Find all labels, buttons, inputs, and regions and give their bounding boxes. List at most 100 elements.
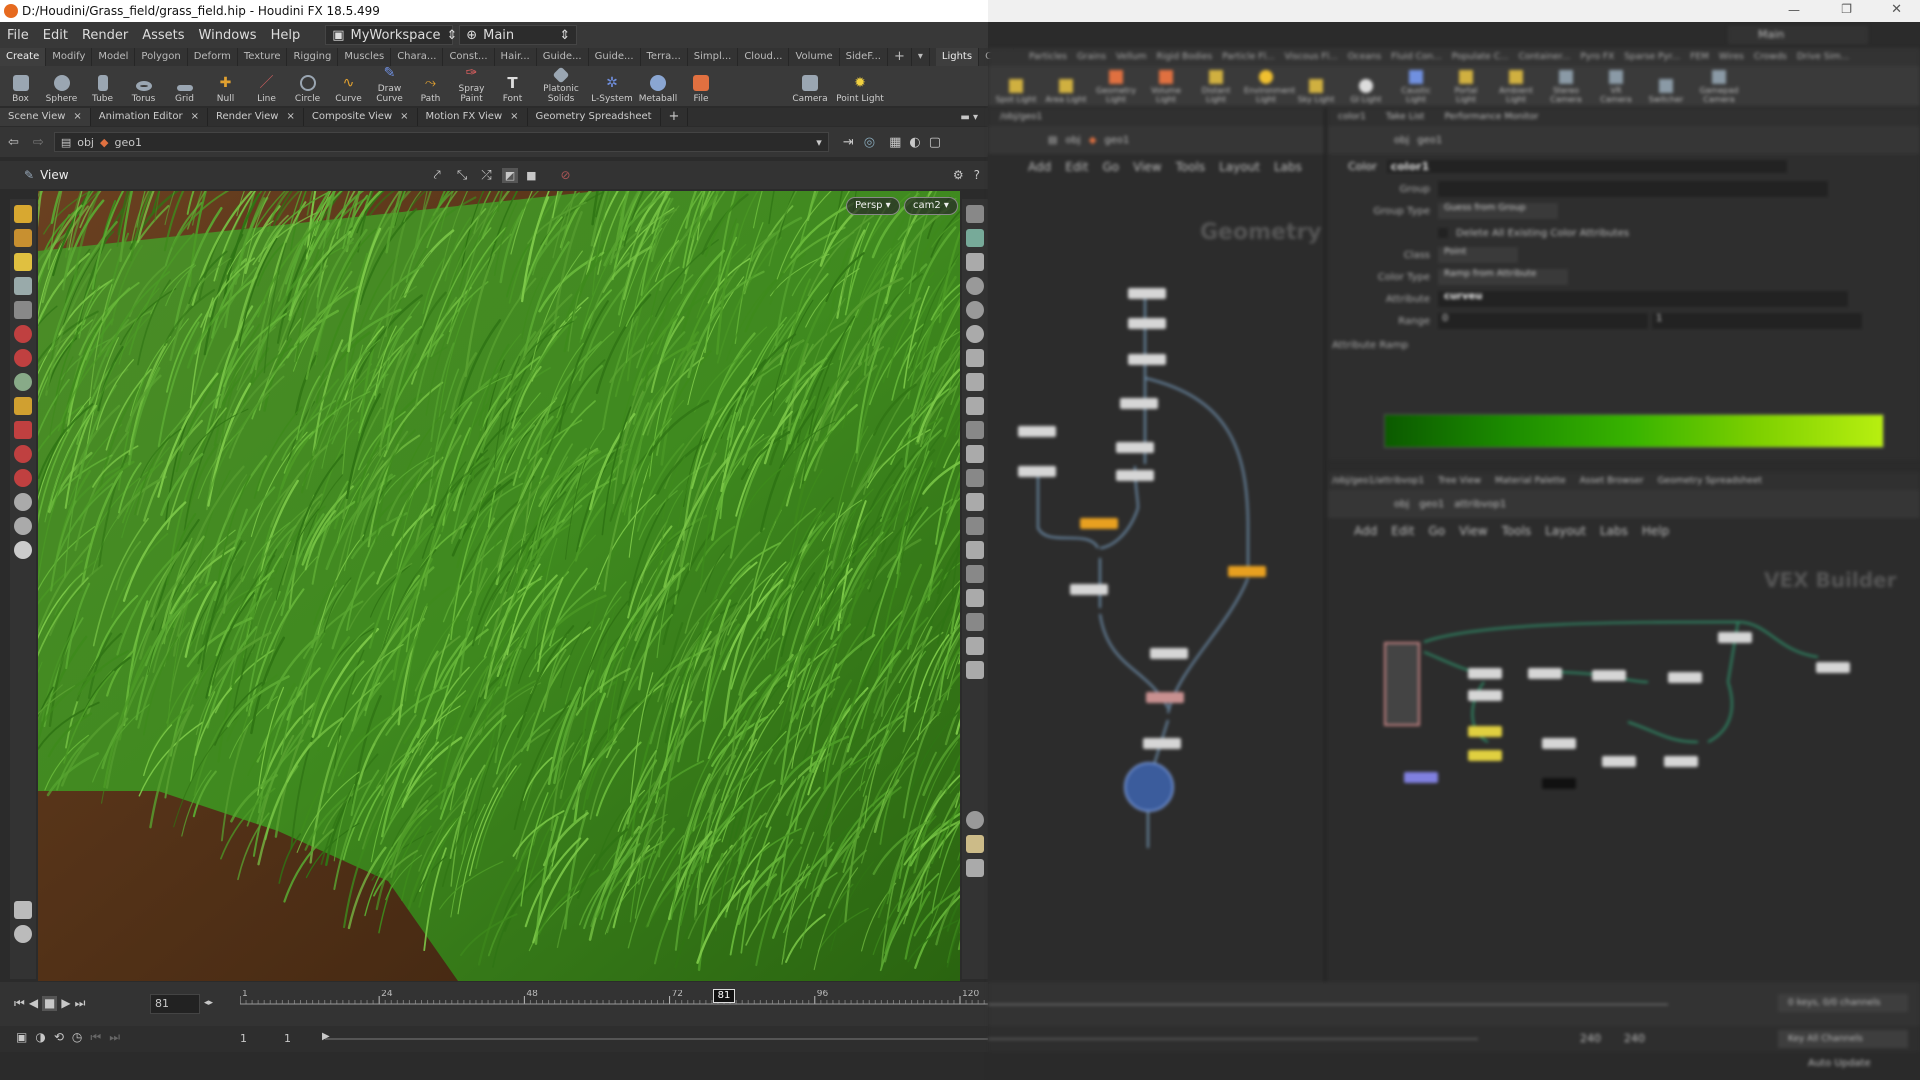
visibility-icon[interactable] [966, 205, 984, 223]
tool[interactable]: Ambient Light [1494, 70, 1538, 104]
shelf-tab-model[interactable]: Model [92, 48, 136, 66]
quad-view-icon[interactable] [966, 835, 984, 853]
tab-render-view[interactable]: Render View × [208, 108, 304, 126]
path-geo[interactable]: geo1 [1417, 135, 1442, 146]
tool-l-system[interactable]: ✲ L-System [589, 75, 635, 104]
tool-metaball[interactable]: Metaball [635, 75, 681, 104]
shelf-tab[interactable]: Crowds [1749, 52, 1792, 62]
frame-indicator[interactable]: 81 [713, 989, 736, 1003]
parameter-editor[interactable]: color1 Take List Performance Monitor obj… [1328, 108, 1920, 460]
tool[interactable]: Spot Light [994, 79, 1038, 104]
snap-icon[interactable]: ⤮ [481, 168, 491, 183]
tool[interactable]: Volume Light [1144, 70, 1188, 104]
node-attribwrangle2-selected[interactable] [1124, 762, 1174, 812]
tab-composite-view[interactable]: Composite View × [304, 108, 418, 126]
tool-torus[interactable]: Torus [123, 81, 164, 104]
auto-update[interactable]: Auto Update [1808, 1058, 1871, 1069]
tool[interactable]: Distant Light [1194, 70, 1238, 104]
vex-node[interactable] [1528, 668, 1562, 679]
tool-grid[interactable]: Grid [164, 85, 205, 104]
move-icon[interactable] [14, 325, 32, 343]
node-attribnoise2[interactable] [1070, 584, 1108, 595]
shelf-tab-volume[interactable]: Volume [789, 48, 840, 66]
shelf-tab[interactable]: Wires [1714, 52, 1749, 62]
shelf-tab[interactable]: FEM [1685, 52, 1714, 62]
prev-key-icon[interactable]: ⏮ [90, 1030, 101, 1045]
param-value[interactable]: Point [1438, 247, 1518, 263]
close-tab-icon[interactable]: × [73, 108, 81, 126]
tool-spray-paint[interactable]: ✑ Spray Paint [451, 65, 492, 104]
lock-cam-icon[interactable] [966, 253, 984, 271]
desktop-selector[interactable]: ⊕ Main ⇕ [459, 25, 578, 45]
node-name-field[interactable]: color1 [1386, 159, 1787, 173]
tool-path[interactable]: ⤳ Path [410, 75, 451, 104]
shelf-tab-lights[interactable]: Lights and... [935, 48, 980, 80]
range-max[interactable]: 1 [1652, 313, 1862, 329]
vex-node[interactable] [1592, 670, 1626, 681]
magnet2-icon[interactable] [14, 469, 32, 487]
param-value[interactable]: curveu [1438, 291, 1848, 307]
add-tab-icon[interactable]: + [661, 108, 689, 126]
xray-icon[interactable] [966, 373, 984, 391]
layout-icon[interactable]: ▢ [929, 135, 941, 150]
lighting-icon[interactable] [966, 325, 984, 343]
tab-geometry-spreadsheet[interactable]: Geometry Spreadsheet [528, 108, 661, 126]
menu-edit[interactable]: Edit [36, 28, 75, 43]
vex-node[interactable] [1718, 632, 1752, 643]
tab-motion-fx-view[interactable]: Motion FX View × [418, 108, 528, 126]
numbers-icon[interactable] [966, 517, 984, 535]
shelf-tab-polygon[interactable]: Polygon [135, 48, 188, 66]
vex-output-node[interactable] [1816, 662, 1850, 673]
node-attribvop2[interactable] [1146, 692, 1184, 703]
node-attribvop1[interactable] [1150, 648, 1188, 659]
shelf-tab-characters[interactable]: Chara... [391, 48, 444, 66]
vex-node-purple[interactable] [1404, 772, 1438, 783]
range-start[interactable]: 1 [240, 1032, 247, 1045]
shelf-tab-guide2[interactable]: Guide... [589, 48, 641, 66]
tool-null[interactable]: ✚ Null [205, 75, 246, 104]
shelf-tab[interactable]: Drive Sim... [1792, 52, 1854, 62]
param-tab[interactable]: Performance Monitor [1444, 108, 1538, 126]
tool-file[interactable]: File [681, 75, 721, 104]
pane-menu-icon[interactable]: ▬ ▾ [960, 112, 988, 123]
tool[interactable]: GI Light [1344, 79, 1388, 104]
tool-font[interactable]: T Font [492, 75, 533, 104]
shelf-tab[interactable]: Grains [1072, 52, 1111, 62]
param-value[interactable]: Guess from Group [1438, 203, 1558, 219]
param-value[interactable]: Ramp from Attribute [1438, 269, 1568, 285]
shelf-tab[interactable]: Fluid Con... [1386, 52, 1447, 62]
transform-mode-icon[interactable]: ⤡ [457, 168, 467, 183]
shelf-tab-hair[interactable]: Hair... [495, 48, 537, 66]
forward-icon[interactable]: ⇨ [27, 135, 50, 150]
param-value[interactable] [1438, 181, 1828, 197]
scale-icon[interactable] [14, 373, 32, 391]
shelf-tab[interactable]: Populate C... [1447, 52, 1514, 62]
network-editor-geometry[interactable]: /obj/geo1 ▤ obj ◆ geo1 Add Edit Go View Too… [988, 108, 1326, 1002]
go-start-icon[interactable]: ⏮ [14, 996, 25, 1011]
node-copytopoints2[interactable] [1228, 566, 1266, 577]
brush-icon[interactable] [14, 901, 32, 919]
step-back-icon[interactable]: ◀ [29, 996, 38, 1011]
shelf-tab-guide[interactable]: Guide... [537, 48, 589, 66]
tool[interactable]: Stereo Camera [1544, 70, 1588, 104]
tool[interactable]: VR Camera [1594, 70, 1638, 104]
camera-menu[interactable]: cam2 ▾ [904, 197, 958, 215]
color-ramp[interactable] [1384, 414, 1884, 448]
tool[interactable]: Switcher [1644, 79, 1688, 104]
key-all-channels[interactable]: Key All Channels [1778, 1030, 1908, 1048]
tool[interactable]: Environment Light [1244, 70, 1295, 104]
shelf-tab-muscles[interactable]: Muscles [338, 48, 392, 66]
shelf-tab[interactable]: Particles [1024, 52, 1072, 62]
home-icon[interactable] [966, 277, 984, 295]
record-icon[interactable]: ⊘ [561, 168, 571, 182]
range-slider[interactable] [325, 1038, 988, 1040]
wire-icon[interactable] [966, 421, 984, 439]
tool-draw-curve[interactable]: ✎ Draw Curve [369, 65, 410, 104]
render-region-icon[interactable] [966, 859, 984, 877]
tool[interactable]: Portal Light [1444, 70, 1488, 104]
node-resample[interactable] [1018, 466, 1056, 477]
lock-icon[interactable] [14, 301, 32, 319]
handle-icon[interactable]: ◩ [501, 167, 519, 183]
shelf-tab[interactable]: Oceans [1343, 52, 1386, 62]
tool-box[interactable]: Box [0, 75, 41, 104]
